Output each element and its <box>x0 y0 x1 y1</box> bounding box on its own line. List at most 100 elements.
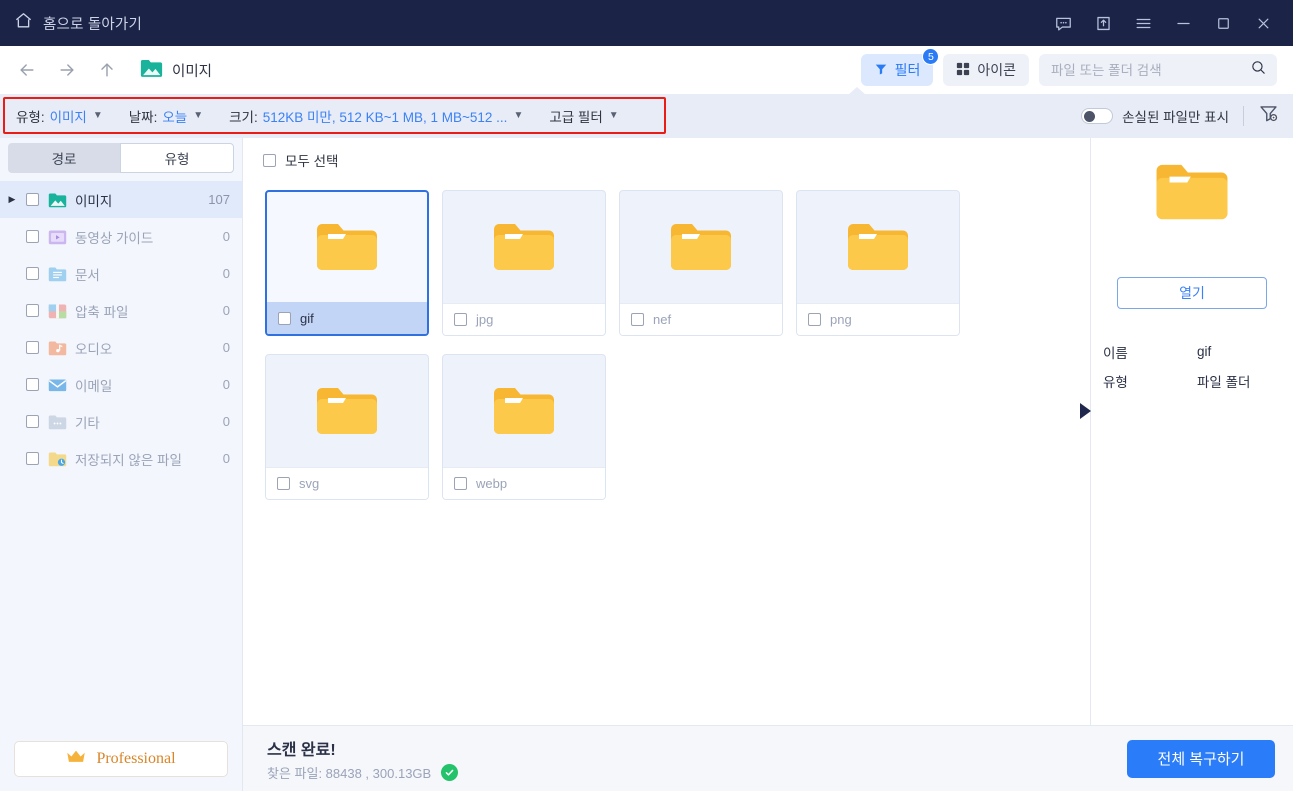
tile-footer: jpg <box>443 303 605 335</box>
title-bar: 홈으로 돌아가기 <box>0 0 1293 46</box>
collapse-panel-arrow-icon[interactable] <box>1080 403 1091 419</box>
search-input[interactable] <box>1051 62 1250 78</box>
breadcrumb-label: 이미지 <box>172 63 213 80</box>
grid-view-icon <box>956 62 970 79</box>
sidebar-tab-path[interactable]: 경로 <box>8 143 120 173</box>
select-all-label: 모두 선택 <box>285 154 339 169</box>
toggle-knob <box>1084 110 1096 122</box>
sidebar-item-label: 이메일 <box>75 378 113 394</box>
filter-bar-right: 손실된 파일만 표시 <box>1081 103 1279 129</box>
navigation-bar: 이미지 필터 5 아이콘 <box>0 46 1293 94</box>
sidebar-item-checkbox[interactable] <box>26 267 39 280</box>
sidebar-item-count: 0 <box>222 303 230 318</box>
image-folder-icon <box>140 58 163 83</box>
unsaved-folder-icon <box>47 449 67 469</box>
tile-label: webp <box>476 476 508 491</box>
up-button[interactable] <box>90 53 124 87</box>
sidebar-item-checkbox[interactable] <box>26 415 39 428</box>
filter-button-label: 필터 <box>894 62 921 78</box>
preview-folder-icon <box>1153 160 1231 229</box>
scan-status-detail: 찾은 파일: 88438 , 300.13GB <box>267 763 459 782</box>
sidebar-item-label: 기타 <box>75 415 100 431</box>
file-tile-png[interactable]: png <box>796 190 960 336</box>
search-icon[interactable] <box>1250 59 1267 81</box>
filter-chip-date[interactable]: 날짜: 오늘 ▼ <box>129 106 203 126</box>
filter-chip-advanced[interactable]: 고급 필터 ▼ <box>549 106 618 126</box>
tile-checkbox[interactable] <box>808 313 821 326</box>
filter-chip-type[interactable]: 유형: 이미지 ▼ <box>16 106 103 126</box>
sidebar-item-label: 저장되지 않은 파일 <box>75 452 182 468</box>
tile-checkbox[interactable] <box>277 477 290 490</box>
forward-button[interactable] <box>50 53 84 87</box>
chevron-down-icon: ▼ <box>92 110 103 121</box>
filter-chip-date-value: 오늘 <box>162 110 188 125</box>
tile-thumbnail <box>266 355 428 467</box>
feedback-icon[interactable] <box>1045 8 1081 38</box>
sidebar-item-checkbox[interactable] <box>26 341 39 354</box>
sidebar-item-checkbox[interactable] <box>26 452 39 465</box>
sidebar-item-audio[interactable]: 오디오 0 <box>0 329 242 366</box>
scan-status-title: 스캔 완료! <box>267 741 336 759</box>
file-tile-nef[interactable]: nef <box>619 190 783 336</box>
tile-label: gif <box>300 310 314 326</box>
sidebar-item-count: 107 <box>208 192 230 207</box>
sidebar-item-video[interactable]: 동영상 가이드 0 <box>0 218 242 255</box>
back-to-home-button[interactable]: 홈으로 돌아가기 <box>14 11 142 35</box>
sidebar-item-email[interactable]: 이메일 0 <box>0 366 242 403</box>
tile-checkbox[interactable] <box>454 313 467 326</box>
expand-triangle-icon[interactable]: ▶ <box>6 194 18 205</box>
file-tile-webp[interactable]: webp <box>442 354 606 500</box>
sidebar-footer: Professional <box>0 731 242 791</box>
tile-checkbox[interactable] <box>454 477 467 490</box>
tile-label: nef <box>653 312 672 327</box>
file-tile-gif[interactable]: gif <box>265 190 429 336</box>
sidebar-tab-type[interactable]: 유형 <box>120 143 234 173</box>
hamburger-menu-icon[interactable] <box>1125 8 1161 38</box>
chevron-down-icon: ▼ <box>513 110 524 121</box>
open-button[interactable]: 열기 <box>1117 277 1267 309</box>
view-mode-button[interactable]: 아이콘 <box>943 54 1029 86</box>
sidebar-item-label: 동영상 가이드 <box>75 230 154 246</box>
sidebar-item-images[interactable]: ▶ 이미지 107 <box>0 181 242 218</box>
sidebar-item-checkbox[interactable] <box>26 304 39 317</box>
preview-property-name: 이름 gif <box>1103 337 1293 366</box>
share-upload-icon[interactable] <box>1085 8 1121 38</box>
tile-thumbnail <box>267 192 427 302</box>
tile-checkbox[interactable] <box>631 313 644 326</box>
toggle-switch[interactable] <box>1081 108 1114 124</box>
search-box[interactable] <box>1039 54 1277 86</box>
back-button[interactable] <box>10 53 44 87</box>
divider <box>1243 106 1244 126</box>
sidebar-item-document[interactable]: 문서 0 <box>0 255 242 292</box>
tile-checkbox[interactable] <box>278 311 291 325</box>
back-to-home-label: 홈으로 돌아가기 <box>43 16 143 33</box>
filter-chip-size-label: 크기: <box>229 110 258 125</box>
file-tile-svg[interactable]: svg <box>265 354 429 500</box>
sidebar-item-other[interactable]: 기타 0 <box>0 403 242 440</box>
lost-files-toggle[interactable]: 손실된 파일만 표시 <box>1081 106 1229 126</box>
recover-all-button[interactable]: 전체 복구하기 <box>1127 739 1275 778</box>
professional-upgrade-button[interactable]: Professional <box>14 741 228 777</box>
sidebar-item-archive[interactable]: 압축 파일 0 <box>0 292 242 329</box>
minimize-icon[interactable] <box>1165 8 1201 38</box>
filter-funnel-icon <box>874 62 888 79</box>
scan-status: 스캔 완료! 찾은 파일: 88438 , 300.13GB <box>267 736 459 782</box>
sidebar-item-count: 0 <box>222 266 230 281</box>
view-mode-label: 아이콘 <box>977 62 1016 78</box>
nav-right-group: 필터 5 아이콘 <box>860 48 1277 86</box>
select-all-checkbox[interactable] <box>263 153 276 167</box>
tile-label: jpg <box>476 312 494 327</box>
filter-reset-icon[interactable] <box>1258 103 1279 129</box>
sidebar-item-unsaved[interactable]: 저장되지 않은 파일 0 <box>0 440 242 477</box>
breadcrumb[interactable]: 이미지 <box>140 58 212 83</box>
close-icon[interactable] <box>1245 8 1281 38</box>
filter-button[interactable]: 필터 5 <box>860 48 940 86</box>
select-all-row[interactable]: 모두 선택 <box>243 144 1090 176</box>
filter-chip-size[interactable]: 크기: 512KB 미만, 512 KB~1 MB, 1 MB~512 ... … <box>229 106 523 126</box>
sidebar-item-checkbox[interactable] <box>26 230 39 243</box>
file-tile-jpg[interactable]: jpg <box>442 190 606 336</box>
filter-chip-date-label: 날짜: <box>128 110 158 125</box>
sidebar-item-checkbox[interactable] <box>26 193 39 206</box>
sidebar-item-checkbox[interactable] <box>26 378 39 391</box>
maximize-icon[interactable] <box>1205 8 1241 38</box>
